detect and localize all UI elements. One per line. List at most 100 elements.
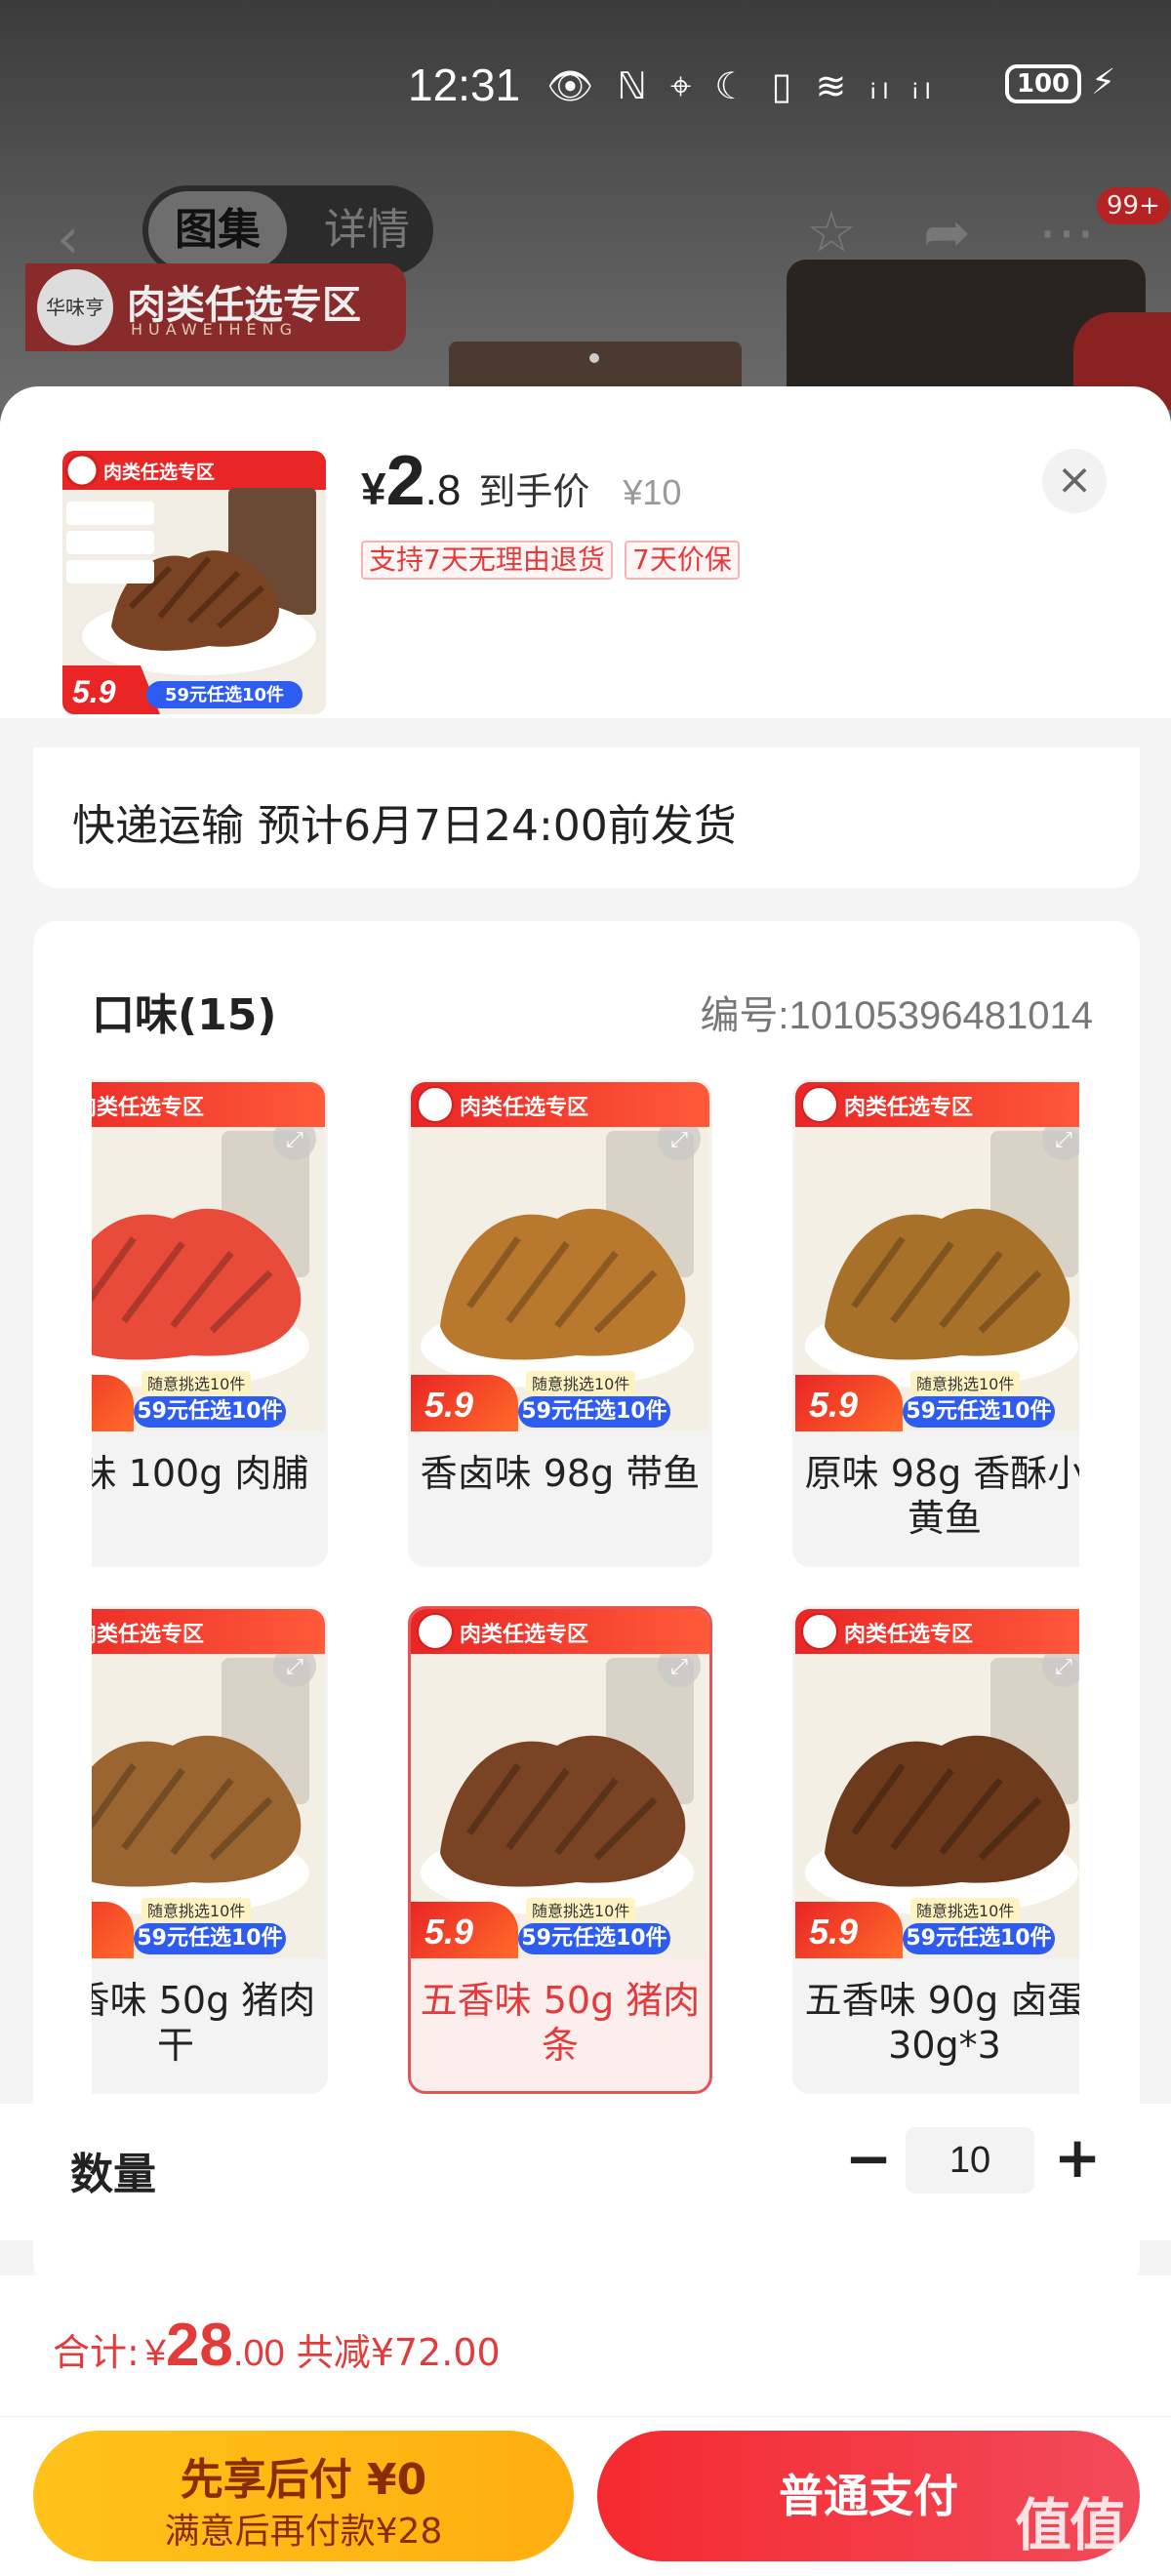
- gallery-dot: [589, 353, 599, 363]
- shipping-text: 快递运输 预计6月7日24:00前发货: [72, 801, 737, 851]
- pay-later-button[interactable]: 先享后付 ¥0 满意后再付款¥28: [33, 2431, 574, 2561]
- flavor-option-image: ⤢肉类任选专区5.9随意挑选10件59元任选10件: [411, 1082, 709, 1431]
- chevron-left-icon[interactable]: ‹: [57, 205, 79, 271]
- flavor-art-price-value: 5.9: [809, 1912, 859, 1952]
- flavor-art-header-text: 肉类任选专区: [92, 1096, 205, 1120]
- tab-detail[interactable]: 详情: [308, 191, 425, 269]
- quantity-input[interactable]: 10: [906, 2127, 1034, 2194]
- share-icon[interactable]: ➦: [923, 199, 971, 265]
- flavor-art-header-text: 肉类任选专区: [844, 1623, 974, 1647]
- total-decimal: .00: [232, 2333, 285, 2374]
- flavor-art-hint: 随意挑选10件: [910, 1898, 1021, 1921]
- product-thumbnail[interactable]: 肉类任选专区 5.9 59元任选10件: [62, 451, 326, 714]
- flavor-art-header: 肉类任选专区: [411, 1082, 709, 1127]
- flavor-art-promo: 59元任选10件: [134, 1396, 286, 1428]
- flavor-option-image: ⤢ 肉类任选专区 5.9随意挑选10件59元任选10件: [92, 1609, 325, 1958]
- flavor-art-header-text: 肉类任选专区: [92, 1623, 205, 1647]
- brand-logo-icon: [801, 1086, 838, 1123]
- flavor-option-image: ⤢肉类任选专区5.9随意挑选10件59元任选10件: [92, 1082, 325, 1431]
- price-symbol: ¥: [361, 463, 386, 514]
- original-price: ¥10: [623, 472, 682, 512]
- flavor-grid: ⤢肉类任选专区5.9随意挑选10件59元任选10件原味 100g 肉脯⤢肉类任选…: [92, 1079, 1079, 2113]
- quantity-row: 数量 − 10 +: [0, 2104, 1171, 2240]
- flavor-option-image: ⤢ 肉类任选专区 5.9随意挑选10件59元任选10件: [795, 1082, 1079, 1431]
- flavor-option-image: ⤢ 肉类任选专区 5.9 随意挑选10件59元任选10件: [795, 1609, 1079, 1958]
- flavor-art-promo: 59元任选10件: [518, 1396, 670, 1428]
- price-integer: 2: [385, 442, 425, 520]
- svg-text:⤢: ⤢: [670, 1655, 688, 1679]
- more-icon[interactable]: ⋯: [1038, 199, 1095, 265]
- pay-later-subtitle: 满意后再付款¥28: [164, 2512, 443, 2552]
- flavor-art-price: 5.9随意挑选10件59元任选10件: [92, 1898, 325, 1958]
- watermark-logo: 值值值: [1015, 2492, 1126, 2576]
- store-banner: 华味亨 肉类任选专区 HUAWEIHENG: [25, 263, 406, 351]
- flavor-art-hint: 随意挑选10件: [526, 1371, 636, 1394]
- flavor-option[interactable]: ⤢ 肉类任选专区 5.9 随意挑选10件 59元任选10件五香味 50g 猪肉条: [408, 1606, 712, 2094]
- flavor-option[interactable]: ⤢ 肉类任选专区 5.9随意挑选10件59元任选10件原味 100g 肉脯: [92, 1079, 328, 1567]
- flavor-option-label: 五香味 50g 猪肉干: [92, 1979, 316, 2067]
- action-bar: 先享后付 ¥0 满意后再付款¥28 普通支付 值值值: [0, 2416, 1171, 2576]
- flavor-card: 口味(15) 编号:10105396481014 ⤢肉类任选专区5.9随意挑选1…: [33, 921, 1140, 2287]
- flavor-art-header-text: 肉类任选专区: [460, 1623, 589, 1647]
- flavor-art-header: 肉类任选专区: [92, 1082, 325, 1127]
- quantity-minus-button[interactable]: −: [839, 2130, 898, 2190]
- flavor-option[interactable]: ⤢ 肉类任选专区 5.9 随意挑选10件 59元任选10件 香卤味 98g 带鱼: [408, 1079, 712, 1567]
- flavor-option[interactable]: ⤢ 肉类任选专区 5.9随意挑选10件59元任选10件五香味 50g 猪肉干: [92, 1606, 328, 2094]
- thumb-promo: 59元任选10件: [165, 684, 284, 705]
- flavor-art-header: 肉类任选专区: [411, 1609, 709, 1654]
- flavor-art-hint: 随意挑选10件: [141, 1371, 252, 1394]
- flavor-art-header: 肉类任选专区: [795, 1082, 1079, 1127]
- view-tabs: 图集 详情: [142, 185, 433, 275]
- total-label: 合计:: [53, 2331, 140, 2374]
- flavor-art-price: 5.9随意挑选10件59元任选10件: [795, 1371, 1079, 1431]
- total-integer: 28: [165, 2312, 233, 2379]
- return-policy-tag: 支持7天无理由退货: [361, 541, 613, 580]
- svg-text:⤢: ⤢: [286, 1655, 303, 1679]
- flavor-art-price-badge: [92, 1902, 134, 1958]
- total-saving: 共减¥72.00: [296, 2331, 501, 2374]
- flavor-art-promo: 59元任选10件: [903, 1396, 1055, 1428]
- close-icon[interactable]: ×: [1042, 449, 1107, 513]
- flavor-art-header: 肉类任选专区: [92, 1609, 325, 1654]
- notification-badge: 99+: [1097, 187, 1170, 224]
- brand-logo-icon: [417, 1086, 454, 1123]
- flavor-option[interactable]: ⤢ 肉类任选专区 5.9 随意挑选10件 59元任选10件五香味 90g 卤蛋30g*3: [792, 1606, 1079, 2094]
- svg-text:⤢: ⤢: [1055, 1655, 1072, 1679]
- flavor-art-hint: 随意挑选10件: [141, 1898, 252, 1921]
- flavor-art-price-value: 5.9: [424, 1385, 474, 1425]
- flavor-option-label: 原味 100g 肉脯: [92, 1452, 309, 1495]
- charging-icon: ⚡: [1091, 62, 1116, 102]
- thumb-price: 5.9: [72, 674, 116, 709]
- flavor-option-label: 五香味 50g 猪肉条: [420, 1979, 701, 2067]
- flavor-art-promo: 59元任选10件: [134, 1923, 286, 1954]
- status-icons: 👁 ℕ ⌖ ☾ ▯ ≋ ᵢₗ ᵢₗ: [546, 64, 937, 107]
- price-label: 到手价: [478, 470, 590, 513]
- battery-icon: 100: [1005, 64, 1081, 103]
- tab-gallery[interactable]: 图集: [148, 191, 287, 269]
- flavor-option-label: 原味 98g 香酥小黄鱼: [804, 1452, 1079, 1540]
- price-line: ¥ 2 .8 到手价 ¥10: [361, 441, 681, 529]
- total-line: 合计: ¥ 28 .00 共减¥72.00: [53, 2311, 501, 2380]
- flavor-art-price: 5.9 随意挑选10件59元任选10件: [411, 1898, 709, 1958]
- product-code: 编号:10105396481014: [700, 994, 1093, 1037]
- flavor-option-label: 香卤味 98g 带鱼: [420, 1452, 701, 1495]
- star-icon[interactable]: ☆: [806, 199, 857, 265]
- flavor-art-header-text: 肉类任选专区: [460, 1096, 589, 1120]
- flavor-art-promo: 59元任选10件: [518, 1923, 670, 1954]
- status-bar: 12:31 👁 ℕ ⌖ ☾ ▯ ≋ ᵢₗ ᵢₗ 100 ⚡: [0, 39, 1171, 137]
- flavor-art-price-value: 5.9: [424, 1912, 474, 1952]
- flavor-option[interactable]: ⤢ 肉类任选专区 5.9 随意挑选10件 59元任选10件原味 98g 香酥小黄鱼: [792, 1079, 1079, 1567]
- quantity-plus-button[interactable]: +: [1048, 2129, 1107, 2188]
- flavor-option-image: ⤢ 肉类任选专区 5.9 随意挑选10件59元任选10件: [411, 1609, 709, 1958]
- flavor-art-header-text: 肉类任选专区: [844, 1096, 974, 1120]
- flavor-art-hint: 随意挑选10件: [526, 1898, 636, 1921]
- banner-subtitle: HUAWEIHENG: [131, 320, 298, 339]
- flavor-option-label: 五香味 90g 卤蛋30g*3: [804, 1979, 1079, 2067]
- sku-sheet: 肉类任选专区 5.9 59元任选10件 ¥ 2 .8 到手价 ¥10 支持7天无…: [0, 386, 1171, 2576]
- svg-text:⤢: ⤢: [1055, 1128, 1072, 1152]
- flavor-title: 口味(15): [92, 990, 277, 1040]
- quantity-label: 数量: [70, 2150, 156, 2199]
- status-time: 12:31: [408, 60, 521, 110]
- flavor-art-price: 5.9随意挑选10件59元任选10件: [92, 1371, 325, 1431]
- flavor-art-promo: 59元任选10件: [903, 1923, 1055, 1954]
